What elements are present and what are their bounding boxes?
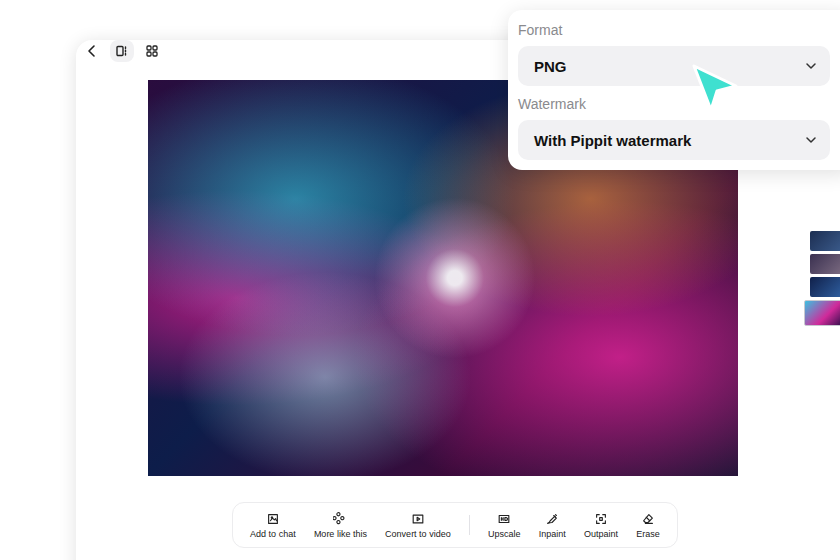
view-toggle[interactable] <box>110 40 134 62</box>
toolbar-button[interactable]: Convert to video <box>385 512 451 539</box>
toolbar-button[interactable]: Outpaint <box>584 512 618 539</box>
tool-icon <box>266 512 280 526</box>
dropdown[interactable]: With Pippit watermark <box>518 120 830 160</box>
thumbnail-strip <box>804 231 840 326</box>
tool-icon <box>333 512 347 526</box>
thumbnail[interactable] <box>810 231 840 251</box>
chevron-down-icon <box>804 133 818 147</box>
cursor-icon <box>690 62 742 114</box>
field-label: Format <box>518 20 840 38</box>
thumbnail[interactable] <box>804 300 840 326</box>
dropdown[interactable]: PNG <box>518 46 830 86</box>
toolbar-button[interactable]: More like this <box>314 512 367 539</box>
thumbnail[interactable] <box>810 277 840 297</box>
thumbnail[interactable] <box>810 254 840 274</box>
tool-icon <box>497 512 511 526</box>
toolbar-button[interactable]: Erase <box>636 512 660 539</box>
settings-field: Format PNG <box>518 20 840 86</box>
field-label: Watermark <box>518 94 840 112</box>
toolbar-divider <box>469 515 470 535</box>
single-view-icon <box>115 44 129 58</box>
tool-icon <box>545 512 559 526</box>
stage: Add to chat More like this Convert to vide… <box>0 0 840 560</box>
grid-view-icon <box>145 44 159 58</box>
toolbar-button[interactable]: Add to chat <box>250 512 296 539</box>
image-toolbar: Add to chat More like this Convert to vide… <box>232 502 678 548</box>
back-button[interactable] <box>80 40 104 62</box>
chevron-down-icon <box>804 59 818 73</box>
toolbar-button[interactable]: Upscale <box>488 512 521 539</box>
export-settings-panel: Format PNG Watermark With Pippit watermark <box>508 10 840 170</box>
view-toggle[interactable] <box>140 40 164 62</box>
tool-icon <box>411 512 425 526</box>
settings-field: Watermark With Pippit watermark <box>518 94 840 160</box>
tool-icon <box>641 512 655 526</box>
back-arrow-icon <box>85 44 99 58</box>
toolbar-button[interactable]: Inpaint <box>539 512 566 539</box>
tool-icon <box>594 512 608 526</box>
